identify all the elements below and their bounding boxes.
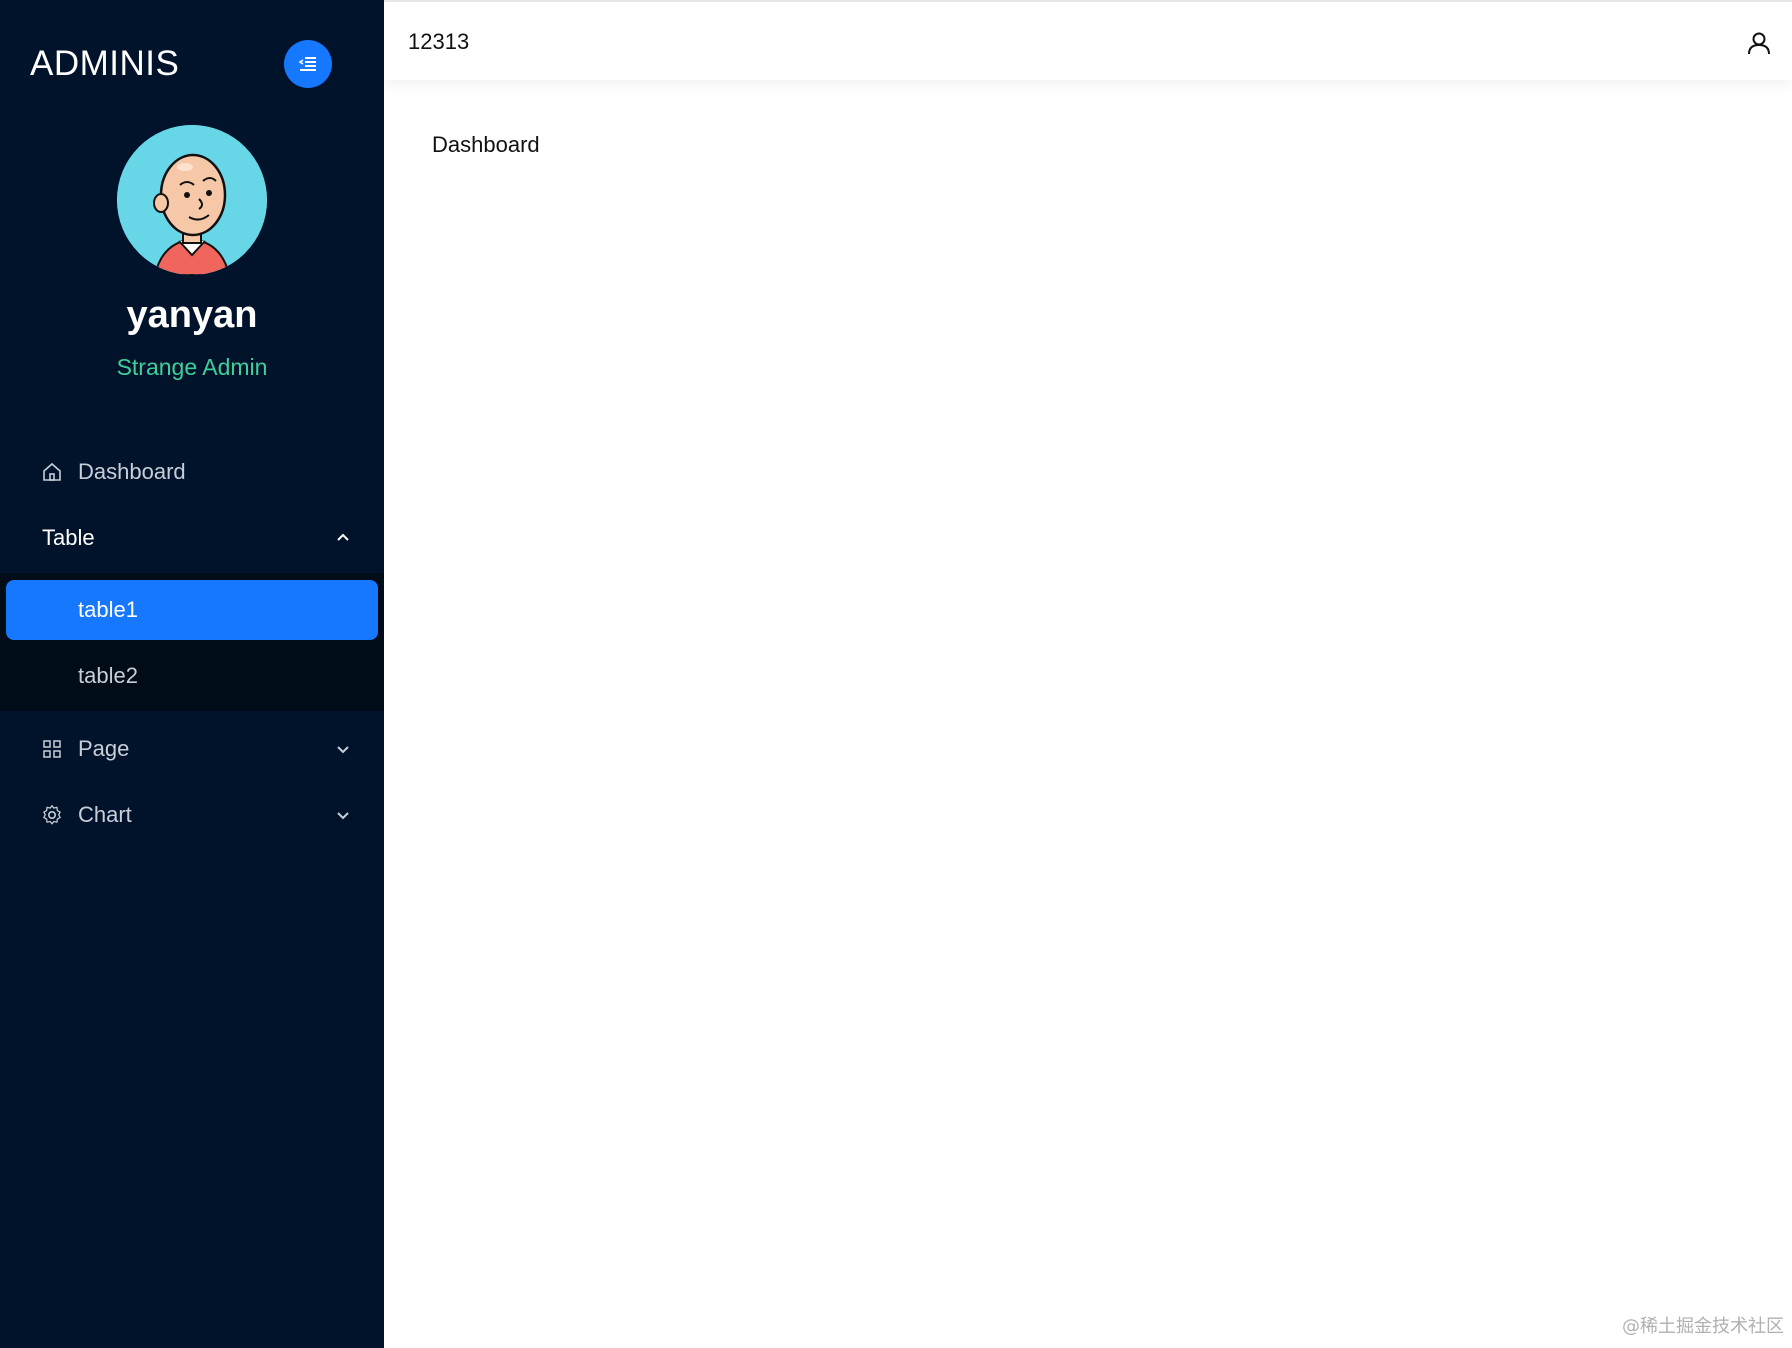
sidebar-item-table[interactable]: Table bbox=[0, 506, 384, 570]
chevron-down-icon bbox=[333, 739, 353, 759]
chevron-down-icon bbox=[333, 805, 353, 825]
sidebar-subitem-table1[interactable]: table1 bbox=[6, 580, 378, 640]
sidebar-item-page[interactable]: Page bbox=[0, 717, 384, 781]
menu-fold-icon bbox=[298, 57, 316, 71]
sidebar-item-label: Chart bbox=[78, 802, 132, 827]
watermark: @稀土掘金技术社区 bbox=[1622, 1316, 1784, 1337]
sidebar-item-label: Dashboard bbox=[78, 459, 186, 484]
home-icon bbox=[40, 460, 64, 484]
app-root: ADMINIS yanyan Strange Admin Dashboard T… bbox=[0, 0, 1792, 1348]
menu-collapse-button[interactable] bbox=[284, 40, 332, 88]
chevron-up-icon bbox=[333, 528, 353, 548]
main-area: 12313 Dashboard @稀土掘金技术社区 bbox=[384, 0, 1792, 1348]
sidebar-subitem-label: table2 bbox=[78, 663, 138, 688]
top-header: 12313 bbox=[384, 0, 1792, 80]
avatar[interactable] bbox=[117, 125, 267, 275]
avatar-illustration bbox=[117, 125, 267, 275]
grid-icon bbox=[40, 737, 64, 761]
brand-logo: ADMINIS bbox=[30, 44, 180, 83]
sidebar-item-label: Table bbox=[42, 525, 95, 550]
page-title: Dashboard bbox=[432, 132, 540, 157]
sidebar: ADMINIS yanyan Strange Admin Dashboard T… bbox=[0, 0, 384, 1348]
user-icon[interactable] bbox=[1744, 28, 1774, 58]
header-title: 12313 bbox=[408, 29, 470, 54]
profile-name: yanyan bbox=[126, 294, 258, 336]
sidebar-item-dashboard[interactable]: Dashboard bbox=[0, 440, 384, 504]
sidebar-item-label: Page bbox=[78, 736, 130, 761]
gear-icon bbox=[40, 803, 64, 827]
sidebar-item-chart[interactable]: Chart bbox=[0, 783, 384, 847]
sidebar-subitem-table2[interactable]: table2 bbox=[6, 646, 378, 706]
sidebar-subitem-label: table1 bbox=[78, 597, 138, 622]
profile-role: Strange Admin bbox=[116, 354, 268, 380]
